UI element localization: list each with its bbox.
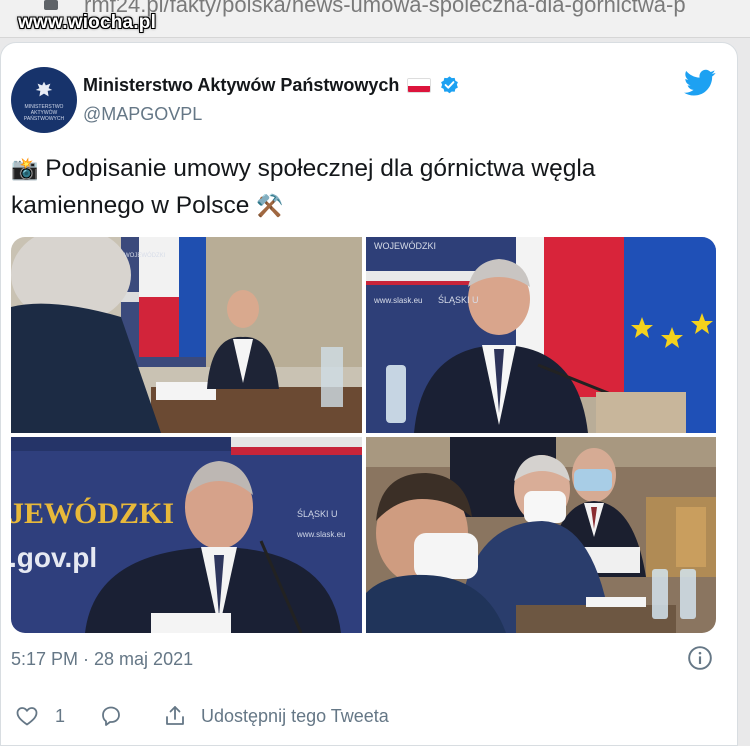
photo-4[interactable] — [366, 437, 716, 633]
watermark: www.wiocha.pl — [18, 12, 157, 33]
share-icon — [166, 706, 184, 725]
tweet-card: Ministerstwo Aktywów Państwowych Ministe… — [0, 42, 738, 746]
reply-button[interactable] — [99, 704, 123, 728]
reply-icon — [102, 706, 120, 726]
avatar-caption: Ministerstwo Aktywów Państwowych — [23, 103, 65, 122]
camera-emoji: 📸 — [11, 157, 39, 182]
photo-2[interactable]: WOJEWÓDZKI ŚLĄSKI U www.slask.eu — [366, 237, 716, 433]
share-label: Udostępnij tego Tweeta — [201, 705, 389, 726]
photo-2-banner-top: WOJEWÓDZKI — [374, 241, 436, 251]
like-count: 1 — [55, 705, 66, 726]
photo-2-banner-url: www.slask.eu — [373, 296, 422, 305]
author-handle[interactable]: @MAPGOVPL — [83, 104, 202, 125]
share-button[interactable]: Udostępnij tego Tweeta — [163, 704, 389, 728]
photo-3[interactable]: JEWÓDZKI .gov.pl ŚLĄSKI U www.slask.eu — [11, 437, 362, 633]
tweet-timestamp[interactable]: 5:17 PM · 28 maj 2021 — [11, 649, 193, 670]
photo-2-banner-mid: ŚLĄSKI U — [438, 294, 479, 305]
like-button[interactable]: 1 — [15, 704, 65, 728]
tweet-text: 📸 Podpisanie umowy społecznej dla górnic… — [11, 151, 711, 225]
heart-icon — [16, 707, 38, 726]
photo-3-banner-side2: www.slask.eu — [296, 530, 345, 539]
lock-icon — [44, 0, 58, 10]
photo-3-banner-big: JEWÓDZKI — [11, 497, 174, 530]
poland-flag-icon — [407, 78, 432, 93]
photo-1-banner-text: WOJEWÓDZKI — [124, 252, 166, 259]
pick-emoji: ⚒️ — [256, 194, 284, 219]
verified-badge-icon — [441, 76, 459, 94]
eagle-emblem-icon — [35, 81, 53, 96]
photo-3-banner-side1: ŚLĄSKI U — [297, 508, 338, 519]
twitter-bird-icon[interactable] — [684, 69, 716, 97]
photo-1[interactable]: WOJEWÓDZKI — [11, 237, 362, 433]
avatar[interactable]: Ministerstwo Aktywów Państwowych — [11, 67, 77, 133]
tweet-actions: 1 Udostępnij tego Tweeta — [15, 703, 389, 729]
browser-address-bar[interactable]: rmf24.pl/fakty/polska/news-umowa-spolecz… — [0, 0, 750, 38]
photo-grid: WOJEWÓDZKI WOJEWÓDZKI ŚLĄSKI U www.slask… — [11, 237, 716, 633]
author-name[interactable]: Ministerstwo Aktywów Państwowych — [83, 75, 399, 96]
author-line[interactable]: Ministerstwo Aktywów Państwowych — [83, 75, 460, 96]
tweet-body: Podpisanie umowy społecznej dla górnictw… — [11, 155, 596, 219]
photo-3-banner-gov: .gov.pl — [11, 542, 97, 573]
info-icon[interactable] — [687, 645, 713, 671]
url-text[interactable]: rmf24.pl/fakty/polska/news-umowa-spolecz… — [84, 0, 686, 18]
